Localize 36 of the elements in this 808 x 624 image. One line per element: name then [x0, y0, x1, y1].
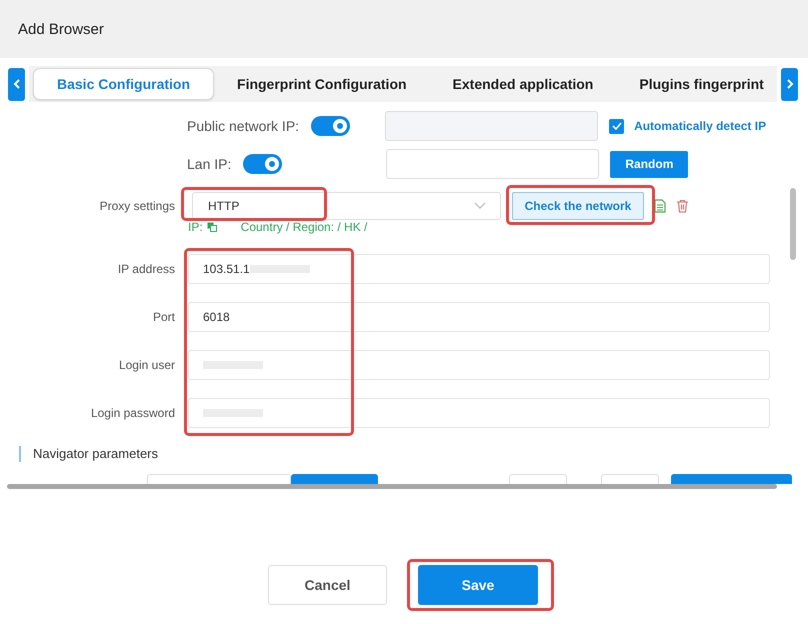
chevron-down-icon [474, 202, 486, 210]
field-label: Port [152, 310, 175, 324]
save-button[interactable]: Save [418, 565, 538, 605]
field-label: IP address [116, 262, 175, 276]
copy-icon[interactable] [206, 222, 217, 232]
random-button[interactable]: Random [610, 150, 688, 178]
toggle-switch[interactable] [243, 154, 282, 174]
window-title: Add Browser [18, 20, 104, 38]
ip-label: IP: [188, 220, 203, 234]
check-icon [612, 122, 622, 130]
cancel-button[interactable]: Cancel [268, 565, 387, 605]
scroll-right-button[interactable] [781, 68, 798, 100]
ip-field[interactable] [386, 149, 600, 179]
region-text: Country / Region: / HK / [240, 220, 368, 234]
scrollbar[interactable] [7, 484, 777, 489]
tab[interactable]: Fingerprint Configuration [214, 68, 430, 100]
trash-icon[interactable] [676, 199, 689, 213]
scroll-left-button[interactable] [8, 68, 25, 100]
scrollbar[interactable] [790, 188, 796, 260]
field-label: Login user [118, 358, 175, 372]
document-icon[interactable] [654, 199, 666, 213]
field-label: Public network IP: [187, 118, 300, 134]
input-field[interactable]: 103.51.1 [188, 254, 770, 284]
proxy-select[interactable]: HTTP [192, 192, 501, 220]
tab[interactable]: Extended application [430, 68, 616, 100]
chevron-left-icon [12, 79, 20, 89]
tab[interactable]: Basic Configuration [33, 68, 214, 100]
field-label: Login password [90, 406, 175, 420]
tab[interactable]: Plugins fingerprint [616, 68, 777, 100]
section-title: Navigator parameters [33, 446, 158, 461]
check-network-button[interactable]: Check the network [512, 192, 644, 220]
field-label: Lan IP: [187, 156, 232, 172]
checkbox-label: Automatically detect IP [634, 119, 766, 133]
input-field[interactable]: 6018 [188, 302, 770, 332]
chevron-right-icon [786, 79, 794, 89]
field-label: Proxy settings [98, 199, 175, 213]
